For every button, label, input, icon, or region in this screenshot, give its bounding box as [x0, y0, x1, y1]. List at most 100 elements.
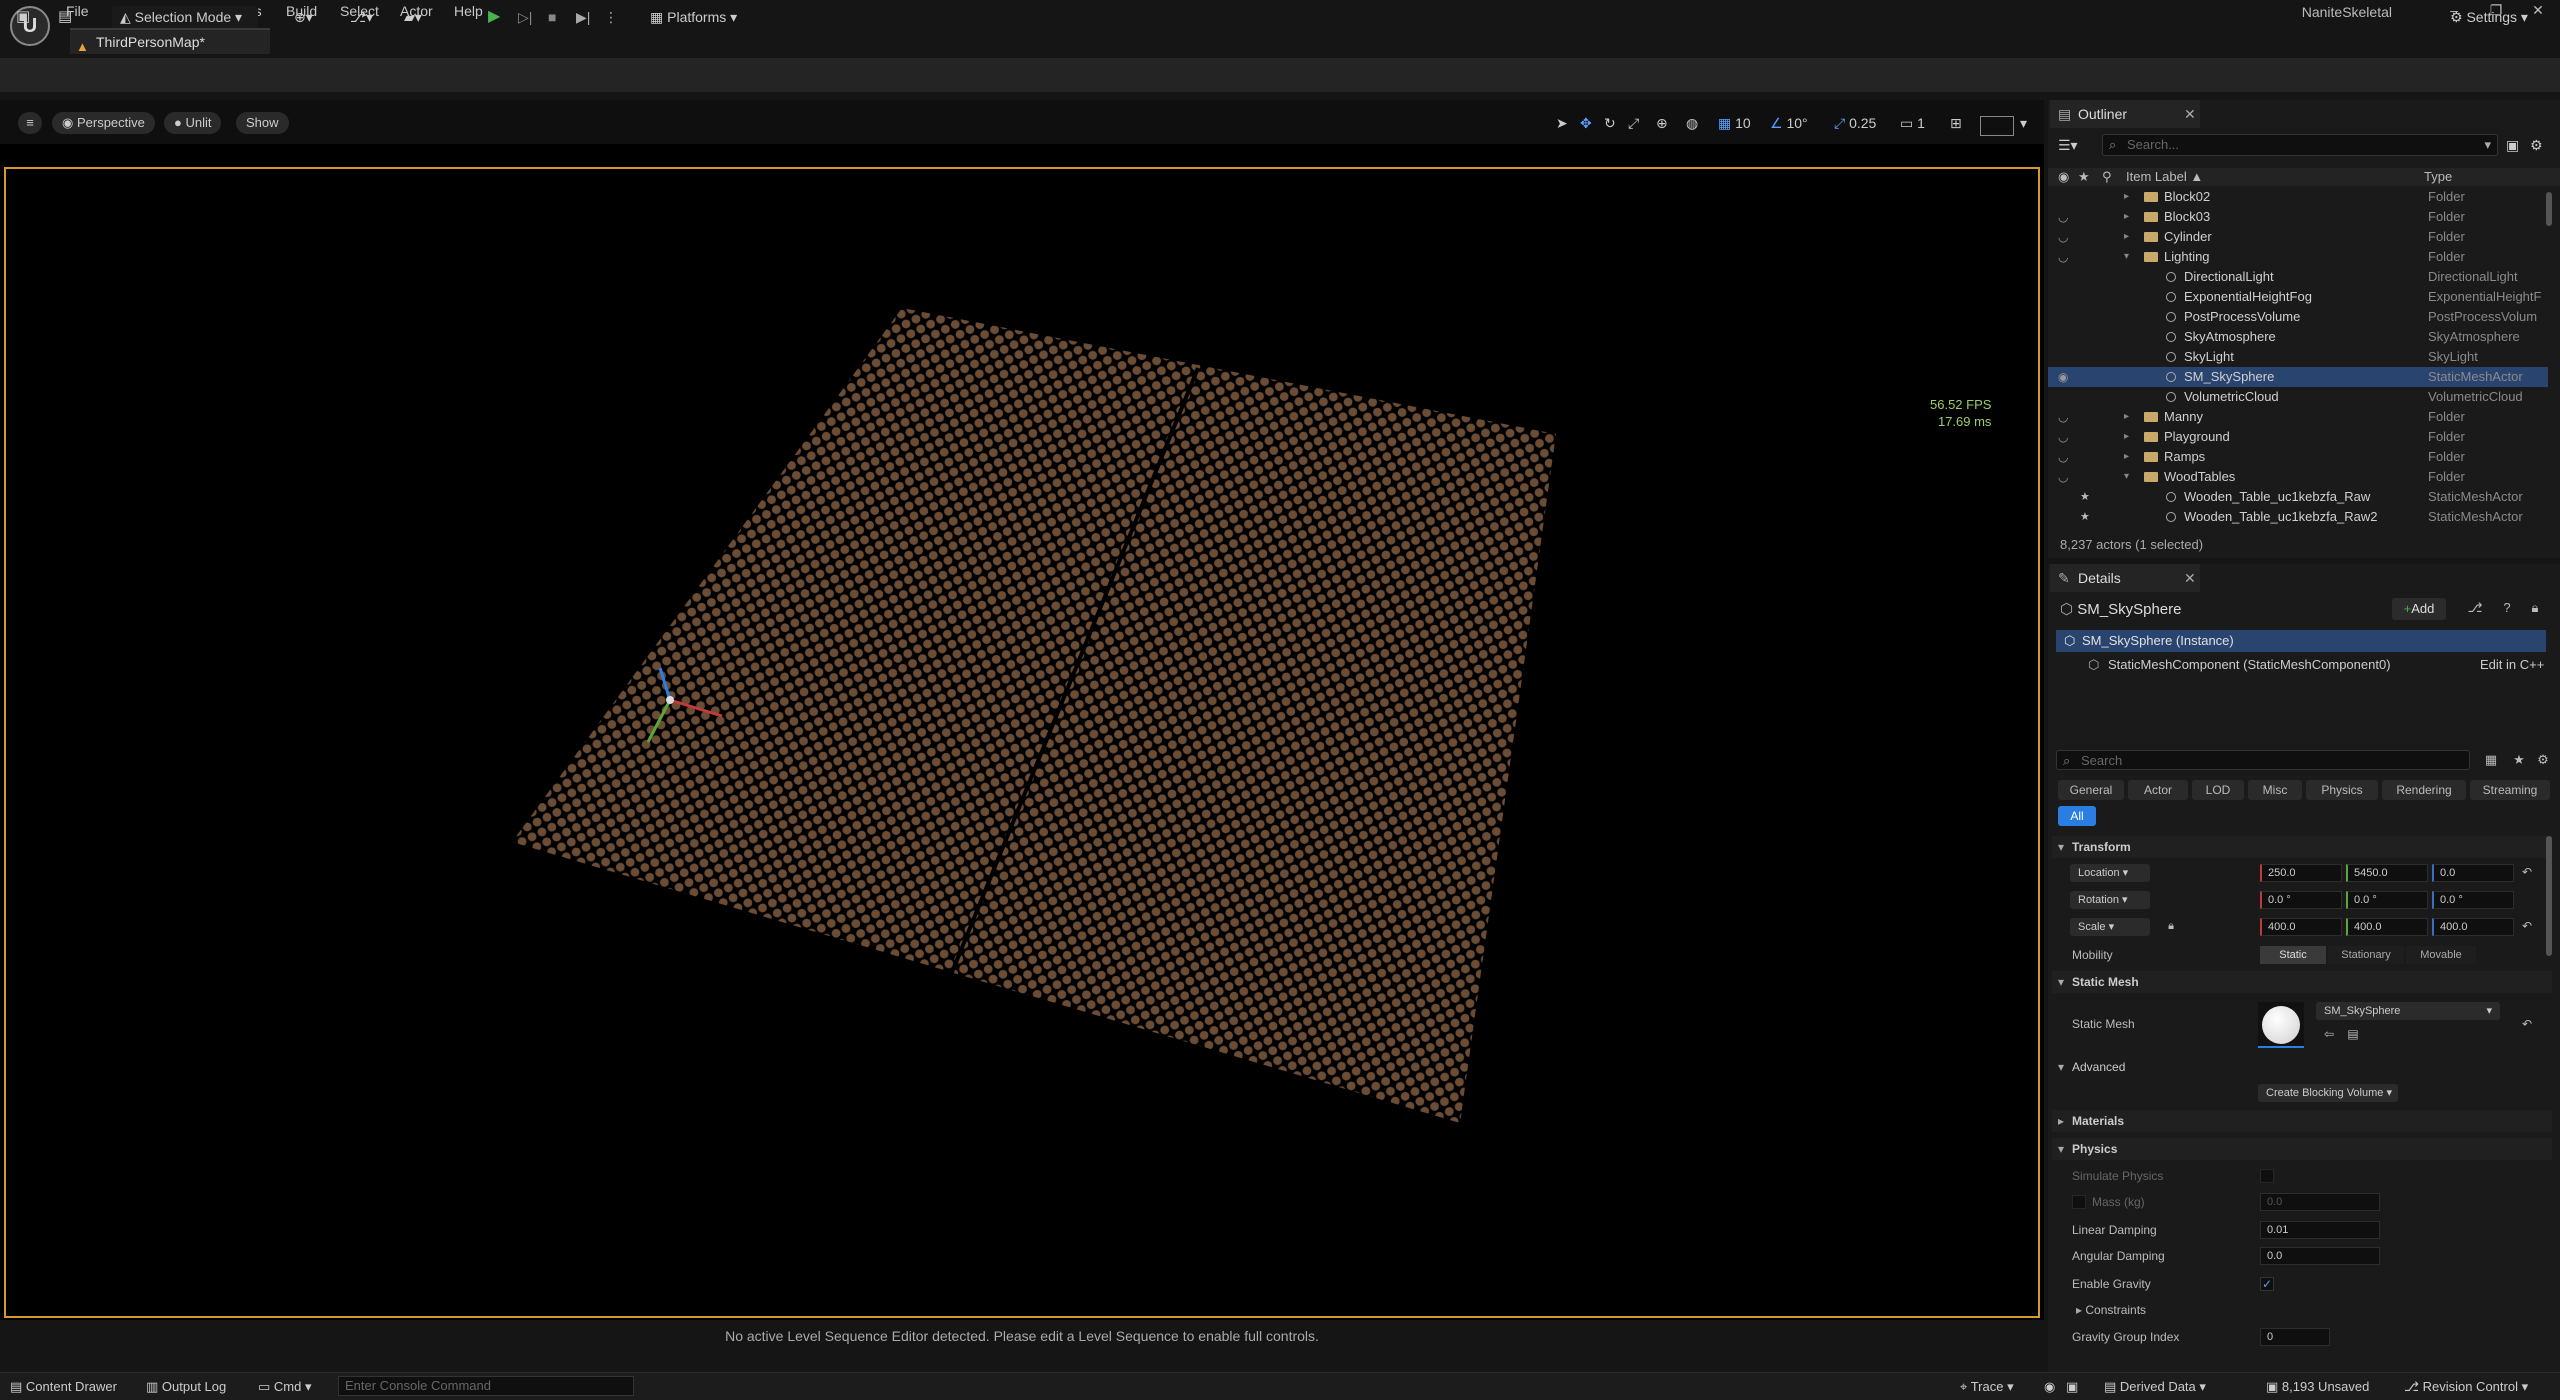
- instance-row[interactable]: ⬡ SM_SkySphere (Instance): [2056, 630, 2546, 652]
- settings-dropdown[interactable]: ⚙ Settings ▾: [2450, 6, 2528, 28]
- browse-icon[interactable]: ▤: [58, 6, 72, 28]
- add-component-button[interactable]: +Add: [2392, 598, 2446, 620]
- visibility-icon[interactable]: ◡: [2058, 407, 2068, 427]
- reset-icon[interactable]: ↶: [2516, 1014, 2538, 1034]
- scale-snap-button[interactable]: ⤢ 0.25: [1834, 112, 1876, 134]
- mobility-movable[interactable]: Movable: [2406, 946, 2476, 964]
- save-icon[interactable]: ▣: [16, 6, 30, 28]
- unlit-button[interactable]: ● Unlit: [164, 112, 222, 134]
- reset-icon[interactable]: ↶: [2516, 916, 2538, 936]
- type-header[interactable]: Type: [2424, 168, 2452, 186]
- camera-speed-button[interactable]: ▭ 1: [1900, 112, 1925, 134]
- show-button[interactable]: Show: [236, 112, 289, 134]
- filter-actor[interactable]: Actor: [2128, 780, 2188, 800]
- simulate-physics-checkbox[interactable]: [2260, 1169, 2274, 1183]
- filter-streaming[interactable]: Streaming: [2470, 780, 2550, 800]
- details-tab[interactable]: ✎ Details ✕: [2050, 564, 2200, 592]
- eject-icon[interactable]: ▶|: [576, 6, 590, 28]
- linear-damping-field[interactable]: 0.01: [2260, 1221, 2380, 1239]
- outliner-search-input[interactable]: ⌕ Search... ▾: [2102, 134, 2498, 156]
- perspective-button[interactable]: ◉ Perspective: [52, 112, 155, 134]
- visibility-icon[interactable]: ◉: [2058, 367, 2068, 387]
- star-icon[interactable]: ★: [2080, 487, 2090, 507]
- mobility-stationary[interactable]: Stationary: [2328, 946, 2404, 964]
- visibility-icon[interactable]: ◡: [2058, 207, 2068, 227]
- chevron-right-icon[interactable]: ▸: [2124, 187, 2129, 207]
- console-input[interactable]: Enter Console Command: [338, 1376, 634, 1396]
- rotate-tool-icon[interactable]: ↻: [1604, 112, 1616, 134]
- enable-gravity-checkbox[interactable]: ✓: [2260, 1277, 2274, 1291]
- add-actor-icon[interactable]: ⊕▾: [294, 6, 313, 28]
- outliner-row[interactable]: ◡ ▸ Playground Folder: [2048, 427, 2548, 447]
- derived-data-dropdown[interactable]: ▤ Derived Data ▾: [2104, 1378, 2206, 1396]
- select-tool-icon[interactable]: ➤: [1556, 112, 1568, 134]
- chevron-right-icon[interactable]: ▸: [2124, 407, 2129, 427]
- chevron-down-icon[interactable]: ▾: [2020, 112, 2027, 134]
- revision-control-dropdown[interactable]: ⎇ Revision Control ▾: [2404, 1378, 2528, 1396]
- chevron-right-icon[interactable]: ▸: [2124, 447, 2129, 467]
- filter-rendering[interactable]: Rendering: [2382, 780, 2466, 800]
- outliner-row[interactable]: VolumetricCloud VolumetricCloud: [2048, 387, 2548, 407]
- visibility-icon[interactable]: ◉: [2058, 168, 2069, 186]
- filter-general[interactable]: General: [2058, 780, 2124, 800]
- world-space-icon[interactable]: ⊕: [1656, 112, 1668, 134]
- location-z-field[interactable]: 0.0: [2432, 864, 2514, 882]
- record-icon[interactable]: ◉: [2044, 1378, 2055, 1396]
- unsaved-button[interactable]: ▣ 8,193 Unsaved: [2266, 1378, 2369, 1396]
- rotation-z-field[interactable]: 0.0 °: [2432, 891, 2514, 909]
- stop-icon[interactable]: ■: [548, 6, 556, 28]
- blueprint-icon[interactable]: ⎇: [2464, 598, 2486, 618]
- play-icon[interactable]: ▶: [488, 6, 500, 28]
- details-search-input[interactable]: ⌕ Search: [2056, 750, 2470, 770]
- surface-snap-icon[interactable]: ◍: [1686, 112, 1698, 134]
- chevron-right-icon[interactable]: ▸: [2124, 227, 2129, 247]
- physics-section[interactable]: Physics: [2052, 1138, 2552, 1160]
- visibility-icon[interactable]: ◡: [2058, 427, 2068, 447]
- outliner-row[interactable]: ◡ ▸ Ramps Folder: [2048, 447, 2548, 467]
- outliner-tab[interactable]: ▤ Outliner ✕: [2050, 100, 2200, 128]
- reset-icon[interactable]: ↶: [2516, 862, 2538, 882]
- scale-dropdown[interactable]: Scale ▾: [2070, 918, 2150, 936]
- filter-icon[interactable]: ☰▾: [2058, 134, 2078, 156]
- constraints-row[interactable]: ▸ Constraints: [2076, 1300, 2146, 1320]
- chevron-down-icon[interactable]: ▾: [2124, 247, 2129, 267]
- outliner-row[interactable]: SkyAtmosphere SkyAtmosphere: [2048, 327, 2548, 347]
- outliner-row[interactable]: ◡ ▸ Cylinder Folder: [2048, 227, 2548, 247]
- close-icon[interactable]: ✕: [2184, 100, 2196, 128]
- outliner-row[interactable]: DirectionalLight DirectionalLight: [2048, 267, 2548, 287]
- add-folder-icon[interactable]: ▣: [2506, 134, 2519, 156]
- mass-field[interactable]: 0.0: [2260, 1193, 2380, 1211]
- gear-icon[interactable]: ⚙: [2532, 750, 2554, 770]
- filter-lod[interactable]: LOD: [2192, 780, 2244, 800]
- outliner-row[interactable]: ◡ ▾ Lighting Folder: [2048, 247, 2548, 267]
- advanced-section[interactable]: Advanced: [2052, 1056, 2552, 1078]
- layout-icon[interactable]: [1980, 116, 2014, 136]
- visibility-icon[interactable]: ◡: [2058, 467, 2068, 487]
- help-icon[interactable]: ?: [2496, 598, 2518, 618]
- component-row[interactable]: ⬡ StaticMeshComponent (StaticMeshComponen…: [2056, 654, 2546, 676]
- scale-z-field[interactable]: 400.0: [2432, 918, 2514, 936]
- angular-damping-field[interactable]: 0.0: [2260, 1247, 2380, 1265]
- filter-misc[interactable]: Misc: [2248, 780, 2302, 800]
- visibility-icon[interactable]: ◡: [2058, 227, 2068, 247]
- static-mesh-section[interactable]: Static Mesh: [2052, 971, 2552, 993]
- rotation-snap-button[interactable]: ∠ 10°: [1770, 112, 1808, 134]
- outliner-row[interactable]: ★ Wooden_Table_uc1kebzfa_Raw StaticMeshAct…: [2048, 487, 2548, 507]
- gear-icon[interactable]: ⚙: [2530, 134, 2543, 156]
- location-y-field[interactable]: 5450.0: [2346, 864, 2428, 882]
- visibility-icon[interactable]: ◡: [2058, 447, 2068, 467]
- mobility-static[interactable]: Static: [2260, 946, 2326, 964]
- star-icon[interactable]: ★: [2078, 168, 2090, 186]
- chevron-right-icon[interactable]: ▸: [2124, 427, 2129, 447]
- scale-x-field[interactable]: 400.0: [2260, 918, 2342, 936]
- platforms-dropdown[interactable]: ▦ Platforms ▾: [650, 6, 737, 28]
- scale-y-field[interactable]: 400.0: [2346, 918, 2428, 936]
- cmd-dropdown[interactable]: ▭ Cmd ▾: [258, 1378, 312, 1396]
- create-blocking-volume-button[interactable]: Create Blocking Volume ▾: [2258, 1084, 2398, 1102]
- item-label-header[interactable]: Item Label ▲: [2126, 168, 2203, 186]
- gravity-group-field[interactable]: 0: [2260, 1328, 2330, 1346]
- map-tab[interactable]: ▲ ThirdPersonMap*: [70, 28, 270, 54]
- scale-tool-icon[interactable]: ⤢: [1628, 112, 1639, 134]
- filter-all[interactable]: All: [2058, 806, 2096, 826]
- screenshot-icon[interactable]: ▣: [2066, 1378, 2078, 1396]
